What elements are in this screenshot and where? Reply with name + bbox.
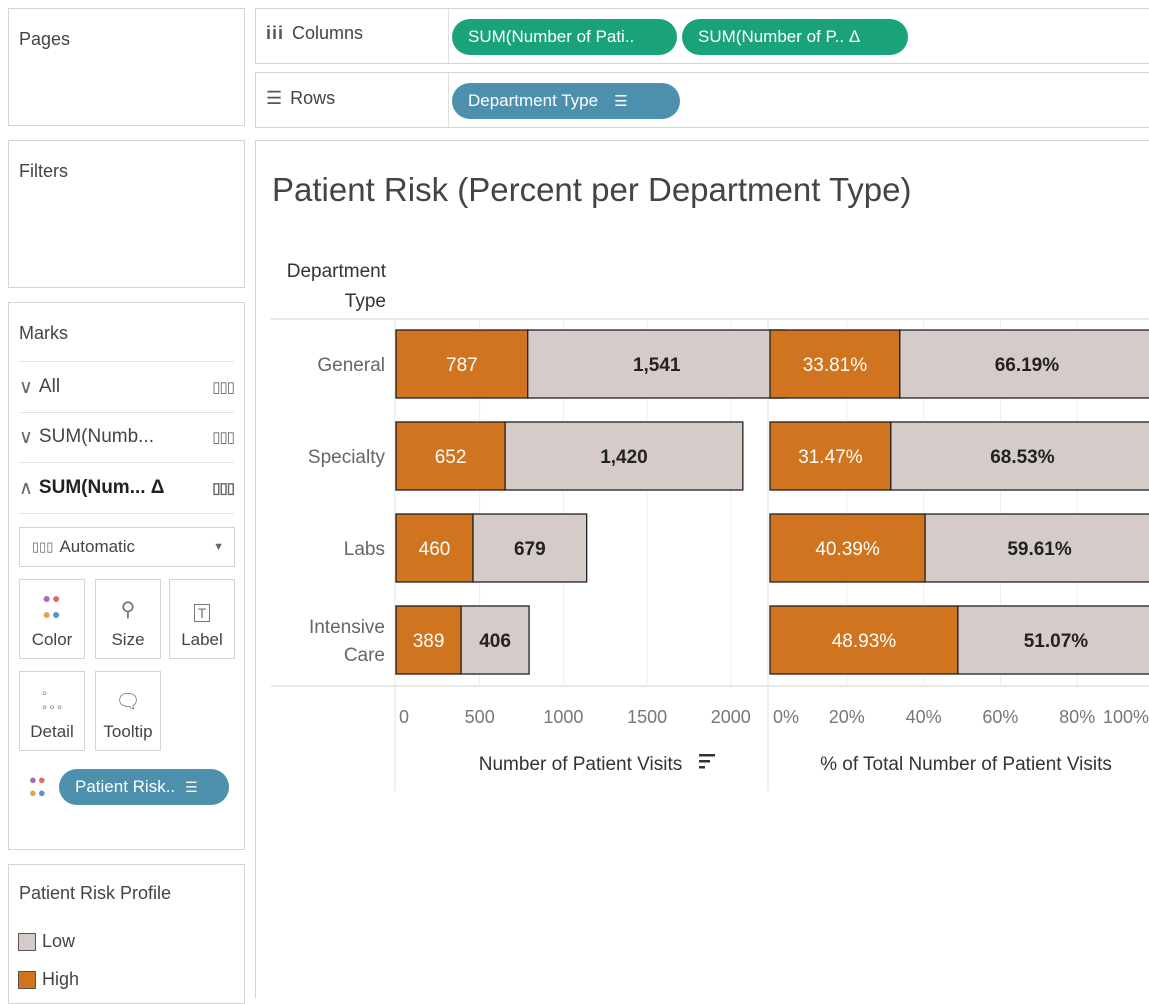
chevron-down-icon: ∨ — [19, 426, 33, 448]
view-area[interactable]: Patient Risk (Percent per Department Typ… — [255, 140, 1149, 998]
chart-area: 787 1,541 652 1,420 460 679 389 406 0 500 1000 1500… — [271, 318, 1149, 791]
columns-icon: iii — [266, 23, 285, 43]
columns-pill-percent[interactable]: SUM(Number of P.. Δ — [682, 19, 908, 55]
color-card[interactable]: ●● ●● Color — [19, 579, 85, 659]
sort-icon — [699, 760, 710, 763]
tick-label: 0 — [399, 707, 409, 727]
category-label: Intensive — [309, 617, 385, 638]
size-icon: ⚲ — [120, 599, 136, 621]
rows-shelf[interactable]: ☰ Rows Department Type ☰ — [255, 72, 1149, 128]
legend-swatch-low — [18, 932, 36, 951]
legend-item-low[interactable]: Low — [18, 931, 75, 952]
tick-label: 40% — [906, 707, 942, 727]
category-label: Specialty — [308, 447, 386, 468]
bar-mark-icon: ▯▯▯ — [212, 429, 235, 446]
data-label-high: 33.81% — [803, 355, 868, 376]
marks-row-all[interactable]: ∨ All ▯▯▯ — [19, 361, 235, 413]
tick-label: 1500 — [627, 707, 667, 727]
data-label-low: 59.61% — [1007, 539, 1072, 560]
x-axis-title: % of Total Number of Patient Visits — [820, 754, 1112, 775]
columns-shelf[interactable]: iii Columns SUM(Number of Pati.. SUM(Num… — [255, 8, 1149, 64]
data-label-high: 48.93% — [832, 631, 897, 652]
tooltip-card[interactable]: 🗨 Tooltip — [95, 671, 161, 751]
legend-item-high[interactable]: High — [18, 969, 79, 990]
tick-label: 1000 — [543, 707, 583, 727]
data-label-high: 460 — [419, 539, 451, 560]
tick-label: 0% — [773, 707, 799, 727]
sort-icon[interactable]: ☰ — [614, 92, 627, 110]
filters-panel[interactable]: Filters — [8, 140, 245, 288]
tick-label: 20% — [829, 707, 865, 727]
data-label-high: 40.39% — [815, 539, 880, 560]
tick-label: 2000 — [711, 707, 751, 727]
sort-icon: ☰ — [185, 778, 198, 795]
columns-label: iii Columns — [266, 23, 364, 43]
label-card[interactable]: T Label — [169, 579, 235, 659]
filters-title: Filters — [19, 161, 68, 181]
detail-card[interactable]: ∘ ∘∘∘ Detail — [19, 671, 85, 751]
tick-label: 60% — [982, 707, 1018, 727]
data-label-low: 406 — [479, 631, 511, 652]
marks-row-sum-count[interactable]: ∨ SUM(Numb... ▯▯▯ — [19, 412, 235, 463]
marks-title: Marks — [19, 323, 68, 343]
tooltip-icon: 🗨 — [115, 691, 141, 713]
data-label-low: 68.53% — [990, 447, 1055, 468]
color-palette-icon: ●● ●● — [42, 590, 62, 622]
legend-title: Patient Risk Profile — [19, 883, 172, 903]
legend-swatch-high — [18, 970, 36, 989]
category-label: Care — [344, 645, 385, 666]
rows-label: ☰ Rows — [266, 88, 336, 108]
tick-label: 80% — [1059, 707, 1095, 727]
rows-pill-department-type[interactable]: Department Type ☰ — [452, 83, 680, 119]
chevron-up-icon: ∧ — [19, 477, 33, 499]
tick-label: 500 — [465, 707, 495, 727]
mark-type-dropdown[interactable]: ▯▯▯ Automatic ▼ — [19, 527, 235, 567]
sort-icon — [699, 766, 705, 769]
columns-pill-count[interactable]: SUM(Number of Pati.. — [452, 19, 677, 55]
label-icon: T — [193, 604, 211, 622]
category-label: Labs — [344, 539, 385, 560]
rows-icon: ☰ — [266, 88, 283, 108]
x-axis-title: Number of Patient Visits — [479, 754, 682, 775]
data-label-high: 31.47% — [798, 447, 863, 468]
dropdown-arrow-icon: ▼ — [213, 541, 224, 553]
data-label-high: 389 — [413, 631, 445, 652]
detail-icon: ∘ ∘∘∘ — [40, 686, 64, 714]
chevron-down-icon: ∨ — [19, 376, 33, 398]
size-card[interactable]: ⚲ Size — [95, 579, 161, 659]
data-label-low: 1,420 — [600, 447, 648, 468]
tick-label: 100% — [1103, 707, 1149, 727]
pages-title: Pages — [19, 29, 71, 49]
color-pill-patient-risk[interactable]: Patient Risk.. ☰ — [59, 769, 229, 805]
marks-row-sum-percent[interactable]: ∧ SUM(Num... Δ ▯▯▯ — [19, 463, 235, 514]
data-label-low: 1,541 — [633, 355, 681, 376]
bar-mark-icon: ▯▯▯ — [212, 480, 235, 497]
bar-mark-icon: ▯▯▯ — [212, 379, 235, 396]
data-label-low: 66.19% — [995, 355, 1060, 376]
legend-panel[interactable]: Patient Risk Profile Low High — [8, 864, 245, 1004]
view-title: Patient Risk (Percent per Department Typ… — [272, 171, 912, 208]
data-label-high: 652 — [435, 447, 467, 468]
data-label-low: 679 — [514, 539, 546, 560]
bar-mark-icon: ▯▯▯ — [32, 539, 54, 554]
data-label-low: 51.07% — [1024, 631, 1089, 652]
sort-icon — [699, 754, 715, 757]
category-label: General — [317, 355, 385, 376]
pages-panel[interactable]: Pages — [8, 8, 245, 126]
marks-panel[interactable]: Marks ∨ All ▯▯▯ ∨ SUM(Numb... ▯▯▯ ∧ SUM(… — [8, 302, 245, 850]
color-palette-icon: ●● ●● — [29, 772, 47, 800]
data-label-high: 787 — [446, 355, 478, 376]
